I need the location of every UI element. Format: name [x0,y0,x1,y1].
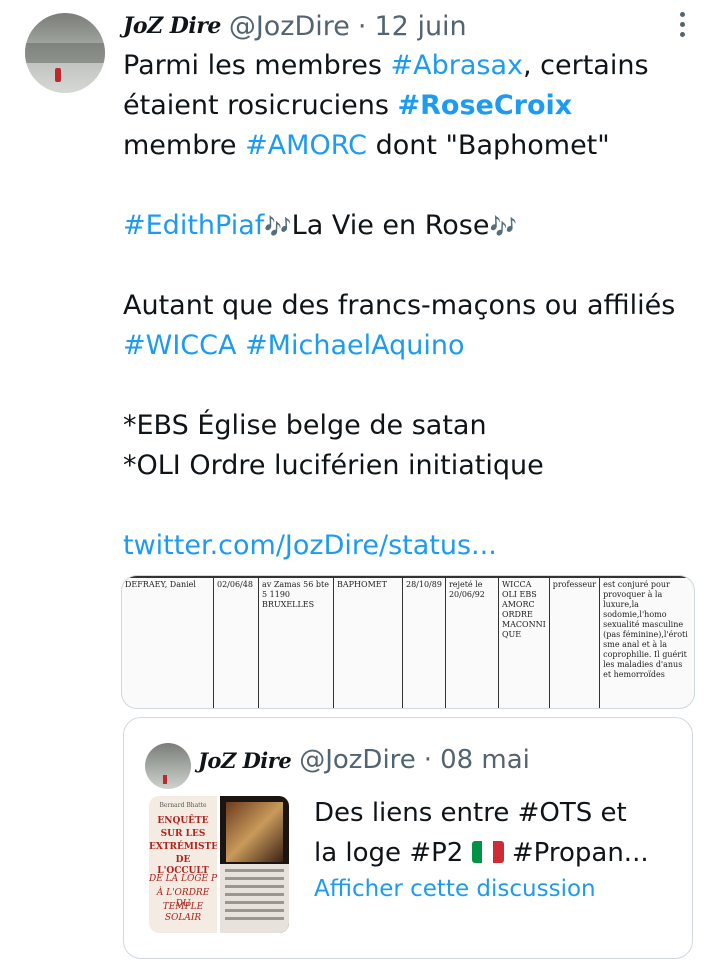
text-segment: Autant que des francs-maçons ou affiliés [123,290,676,321]
thumb-line: SUR LES [160,829,206,839]
text-segment: membre [123,130,246,161]
status-link[interactable]: twitter.com/JozDire/status... [123,530,497,561]
document-image[interactable]: DEFRAEY, Daniel 02/06/48 av Zamas 56 bte… [121,575,695,709]
tweet-line: Parmi les membres #Abrasax, certains [123,46,713,86]
text-segment: La Vie en Rose [291,210,490,241]
avatar-background [25,43,105,63]
doc-cell: 02/06/48 [213,576,259,708]
quoted-line: la loge #P2 #Propan... [314,833,684,873]
quoted-date: 08 mai [440,745,530,775]
doc-cell: rejeté le 20/06/92 [444,576,499,708]
tweet-line: *OLI Ordre luciférien initiatique [123,446,713,486]
doc-cell: BAPHOMET [333,576,403,708]
music-notes-icon: 🎶 [264,215,292,240]
hashtag-edithpiaf[interactable]: #EdithPiaf [123,210,264,241]
text-segment: , certains [522,50,649,81]
user-handle[interactable]: @JozDire [229,11,350,42]
newspaper-thumbnail [220,796,289,933]
text-segment: *EBS Église belge de satan [123,410,487,441]
text-segment: *OLI Ordre luciférien initiatique [123,450,544,481]
tweet-date[interactable]: 12 juin [375,11,467,42]
music-notes-icon: 🎶 [489,215,517,240]
doc-cell: est conjuré pour provoquer à la luxure,l… [599,576,694,708]
hashtag-rosecroix[interactable]: #RoseCroix [398,90,573,121]
tweet-line: *EBS Église belge de satan [123,406,713,446]
thumb-line: DE LA LOGE P [149,874,217,884]
hashtag-wicca[interactable]: #WICCA [123,330,236,361]
italy-flag-icon [471,841,504,863]
quoted-avatar [145,743,191,789]
show-thread-link[interactable]: Afficher cette discussion [314,876,596,902]
quoted-display-name: JoZ Dire [198,747,292,773]
doc-cell: WICCA OLI EBS AMORC ORDRE MACONNI QUE [497,576,550,708]
avatar[interactable] [25,13,105,93]
display-name[interactable]: JoZ Dire [123,13,221,39]
separator-dot: · [423,745,433,775]
text-segment: la loge #P2 [314,838,472,868]
tweet-line: Autant que des francs-maçons ou affiliés [123,286,713,326]
thumb-author: Bernard Bhatte [159,802,207,809]
avatar-figure [55,68,61,82]
text-segment: dont "Baphomet" [366,130,610,161]
doc-cell: professeur [548,576,600,708]
text-segment: #Propan... [503,838,649,868]
separator-dot: · [357,10,367,42]
quoted-handle: @JozDire [299,745,416,775]
thumb-line: EXTRÉMISTE [149,842,217,852]
avatar-figure [163,775,167,784]
more-options-icon[interactable] [670,12,694,37]
thumb-line: ENQUÊTE [157,816,209,826]
tweet-line: twitter.com/JozDire/status... [123,526,713,566]
newspaper-page [220,864,289,933]
doc-cell: 28/10/89 [402,576,446,708]
photo [226,802,283,862]
doc-cell: av Zamas 56 bte 5 1190 BRUXELLES [258,576,334,708]
tweet-line: #WICCA #MichaelAquino [123,326,713,366]
text-segment: étaient rosicruciens [123,90,398,121]
hashtag-abrasax[interactable]: #Abrasax [391,50,523,81]
quoted-tweet[interactable]: JoZ Dire @JozDire · 08 mai Bernard Bhatt… [123,717,693,959]
quoted-header: JoZ Dire @JozDire · 08 mai [198,742,530,778]
tweet-header: JoZ Dire @JozDire · 12 juin [123,6,467,46]
tweet-line: membre #AMORC dont "Baphomet" [123,126,713,166]
quoted-line: Des liens entre #OTS et [314,798,627,828]
text-segment: Parmi les membres [123,50,391,81]
hashtag-michaelaquino[interactable]: #MichaelAquino [245,330,464,361]
doc-cell: DEFRAEY, Daniel [122,576,214,708]
thumb-line: TEMPLE SOLAIR [162,902,204,923]
hashtag-amorc[interactable]: #AMORC [245,130,367,161]
document-table: DEFRAEY, Daniel 02/06/48 av Zamas 56 bte… [122,576,694,708]
tweet-line: #EdithPiaf🎶La Vie en Rose🎶 [123,206,713,248]
tweet-line: étaient rosicruciens #RoseCroix [123,86,713,126]
book-cover-thumbnail: Bernard Bhatte ENQUÊTE SUR LES EXTRÉMIST… [149,796,217,933]
